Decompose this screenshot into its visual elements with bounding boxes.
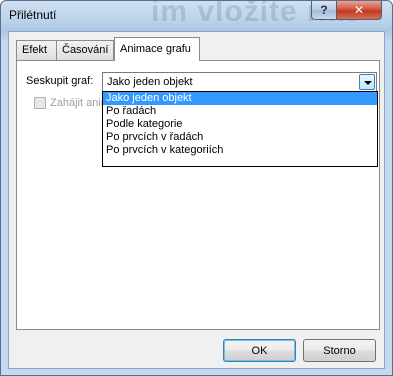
tab-panel-animace-grafu: Seskupit graf: Jako jeden objekt Zahájit… <box>16 60 380 330</box>
help-icon: ? <box>320 3 328 17</box>
chevron-down-icon[interactable] <box>359 74 375 90</box>
group-chart-label: Seskupit graf: <box>26 75 94 87</box>
tab-animace-grafu[interactable]: Animace grafu <box>114 37 200 61</box>
close-button[interactable]: ✕ <box>337 1 382 20</box>
title-bar[interactable]: im vložíte naš Přilétnutí ? ✕ <box>1 1 392 31</box>
ok-button[interactable]: OK <box>223 339 296 362</box>
dialog-window: im vložíte naš Přilétnutí ? ✕ Efekt Časo… <box>0 0 393 376</box>
group-chart-dropdown-list: Jako jeden objekt Po řadách Podle katego… <box>102 91 378 167</box>
dropdown-option-by-series[interactable]: Po řadách <box>103 105 377 118</box>
dropdown-option-by-element-in-category[interactable]: Po prvcích v kategoriích <box>103 144 377 157</box>
tab-efekt[interactable]: Efekt <box>16 40 57 60</box>
help-button[interactable]: ? <box>311 1 337 20</box>
tab-casovani[interactable]: Časování <box>56 40 114 60</box>
window-title: Přilétnutí <box>9 8 57 22</box>
start-animation-checkbox[interactable] <box>34 97 46 109</box>
start-animation-label: Zahájit anim <box>50 97 110 109</box>
dropdown-option-by-category[interactable]: Podle kategorie <box>103 118 377 131</box>
dropdown-option-as-one-object[interactable]: Jako jeden objekt <box>103 92 377 105</box>
dialog-client-area: Efekt Časování Animace grafu Seskupit gr… <box>8 31 385 369</box>
group-chart-selected-value: Jako jeden objekt <box>107 76 193 88</box>
close-icon: ✕ <box>353 3 365 17</box>
cancel-button[interactable]: Storno <box>303 339 376 362</box>
dropdown-option-by-element-in-series[interactable]: Po prvcích v řadách <box>103 131 377 144</box>
group-chart-select[interactable]: Jako jeden objekt <box>102 72 377 92</box>
